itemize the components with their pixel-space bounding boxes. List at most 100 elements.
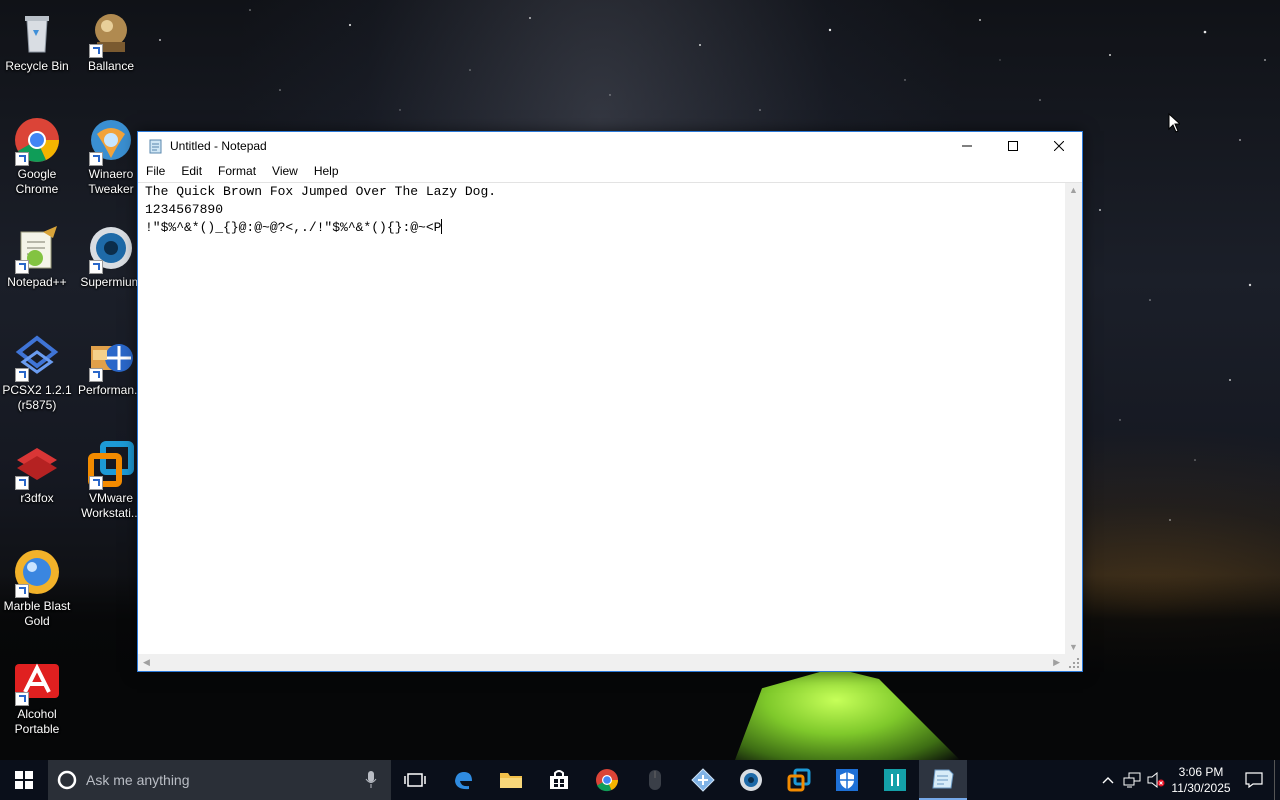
taskbar-file-explorer[interactable] — [487, 760, 535, 800]
text-editor[interactable]: The Quick Brown Fox Jumped Over The Lazy… — [138, 183, 1065, 654]
task-view-icon — [404, 773, 426, 787]
taskbar-defender[interactable] — [823, 760, 871, 800]
performance-icon — [87, 332, 135, 382]
edge-icon — [455, 772, 472, 790]
supermium-icon — [740, 769, 762, 791]
shortcut-arrow-icon — [15, 368, 29, 382]
taskbar-vmware[interactable] — [775, 760, 823, 800]
scroll-down-icon[interactable]: ▼ — [1069, 642, 1078, 652]
chrome-icon — [596, 769, 618, 792]
clock-time: 3:06 PM — [1178, 765, 1224, 779]
store-icon — [550, 770, 568, 789]
shortcut-arrow-icon — [89, 152, 103, 166]
ballance-icon — [87, 8, 135, 58]
text-line-last: !"$%^&*()_{}@:@~@?<,./!"$%^&*(){}:@~<P — [138, 219, 1065, 237]
desktop-icon-notepad-plus-plus[interactable]: Notepad++ — [0, 224, 74, 290]
action-center-button[interactable] — [1234, 772, 1274, 788]
shortcut-arrow-icon — [89, 476, 103, 490]
taskbar-pin-app[interactable] — [871, 760, 919, 800]
notepad-icon — [932, 769, 954, 789]
desktop-icon-recycle-bin[interactable]: Recycle Bin — [0, 8, 74, 74]
taskbar: Ask me anything 3:06 PM 11/30/2025 — [0, 760, 1280, 800]
vmware-icon — [787, 768, 811, 792]
shortcut-arrow-icon — [15, 584, 29, 598]
volume-button[interactable] — [1144, 772, 1168, 788]
clock[interactable]: 3:06 PM 11/30/2025 — [1168, 764, 1234, 796]
maximize-icon — [1008, 141, 1018, 151]
desktop-icon-marble-blast-gold[interactable]: Marble Blast Gold — [0, 548, 74, 629]
taskbar-supermium[interactable] — [727, 760, 775, 800]
desktop-icon-label: Marble Blast Gold — [3, 599, 71, 628]
maximize-button[interactable] — [990, 132, 1036, 160]
menu-bar: File Edit Format View Help — [138, 160, 1082, 183]
volume-muted-icon — [1147, 772, 1165, 788]
show-hidden-icons-button[interactable] — [1096, 776, 1120, 784]
cortana-search-box[interactable]: Ask me anything — [48, 760, 391, 800]
supermium-icon — [87, 224, 135, 274]
taskbar-store[interactable] — [535, 760, 583, 800]
taskbar-chrome[interactable] — [583, 760, 631, 800]
chrome-icon — [13, 116, 61, 166]
network-icon — [1123, 772, 1141, 788]
r3dfox-icon — [13, 440, 61, 490]
title-bar[interactable]: Untitled - Notepad — [138, 132, 1082, 160]
vertical-scrollbar[interactable]: ▲ ▼ — [1065, 183, 1082, 654]
shortcut-arrow-icon — [89, 260, 103, 274]
vmware-icon — [87, 440, 135, 490]
menu-view[interactable]: View — [264, 164, 306, 178]
recycle-bin-icon — [13, 8, 61, 56]
network-button[interactable] — [1120, 772, 1144, 788]
shortcut-arrow-icon — [15, 260, 29, 274]
desktop-icon-label: Recycle Bin — [5, 59, 69, 73]
taskbar-remote-app[interactable] — [679, 760, 727, 800]
show-desktop-button[interactable] — [1274, 760, 1280, 800]
taskbar-edge[interactable] — [439, 760, 487, 800]
shortcut-arrow-icon — [15, 476, 29, 490]
menu-file[interactable]: File — [138, 164, 173, 178]
cortana-circle-icon — [57, 770, 77, 790]
notepad-icon — [148, 138, 164, 154]
winaero-tweaker-icon — [87, 116, 135, 166]
shield-icon — [836, 769, 858, 791]
alcohol-portable-icon — [13, 656, 61, 706]
menu-format[interactable]: Format — [210, 164, 264, 178]
start-button[interactable] — [0, 760, 48, 800]
desktop-icon-label: r3dfox — [20, 491, 54, 505]
minimize-icon — [962, 145, 972, 147]
desktop-icon-label: PCSX2 1.2.1 (r5875) — [2, 383, 72, 412]
search-placeholder: Ask me anything — [86, 772, 190, 788]
windows-logo-icon — [15, 771, 33, 789]
notepad-window[interactable]: Untitled - Notepad File Edit Format View… — [137, 131, 1083, 672]
shortcut-arrow-icon — [89, 368, 103, 382]
desktop-icon-alcohol-portable[interactable]: Alcohol Portable — [0, 656, 74, 737]
mouse-cursor-icon — [1168, 113, 1180, 133]
folder-icon — [500, 773, 522, 788]
close-button[interactable] — [1036, 132, 1082, 160]
shortcut-arrow-icon — [15, 692, 29, 706]
menu-help[interactable]: Help — [306, 164, 347, 178]
pcsx2-icon — [13, 332, 61, 382]
desktop-icon-label: Ballance — [87, 59, 135, 73]
scroll-left-icon[interactable]: ◀ — [143, 657, 150, 668]
chevron-up-icon — [1102, 777, 1114, 784]
scroll-right-icon[interactable]: ▶ — [1053, 657, 1060, 668]
resize-grip[interactable] — [1065, 654, 1082, 671]
shortcut-arrow-icon — [15, 152, 29, 166]
taskbar-task-view[interactable] — [391, 760, 439, 800]
scroll-up-icon[interactable]: ▲ — [1069, 185, 1078, 195]
desktop-icon-pcsx2[interactable]: PCSX2 1.2.1 (r5875) — [0, 332, 74, 413]
close-icon — [1054, 141, 1064, 151]
taskbar-mouse-app[interactable] — [631, 760, 679, 800]
remote-desktop-icon — [691, 768, 715, 792]
menu-edit[interactable]: Edit — [173, 164, 210, 178]
desktop-icon-google-chrome[interactable]: Google Chrome — [0, 116, 74, 197]
desktop-icon-r3dfox[interactable]: r3dfox — [0, 440, 74, 506]
microphone-icon[interactable] — [365, 771, 377, 789]
horizontal-scrollbar[interactable]: ◀ ▶ — [138, 654, 1065, 671]
resize-grip-icon — [1069, 658, 1079, 668]
desktop-icon-ballance[interactable]: Ballance — [74, 8, 148, 74]
minimize-button[interactable] — [944, 132, 990, 160]
taskbar-notepad-active[interactable] — [919, 760, 967, 800]
mouse-icon — [649, 770, 661, 790]
system-tray: 3:06 PM 11/30/2025 — [1096, 760, 1280, 800]
